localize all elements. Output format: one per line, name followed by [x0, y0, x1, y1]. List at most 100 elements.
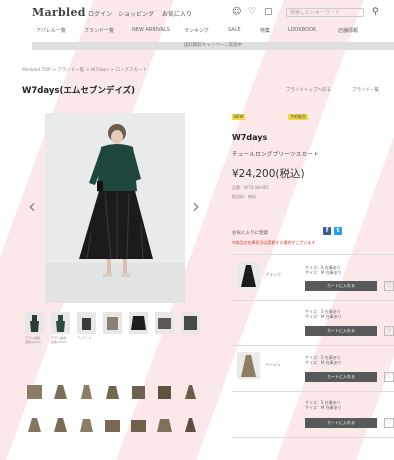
nav-item[interactable]: ランキング	[184, 27, 209, 34]
brand-list-link[interactable]: ブランド一覧	[352, 87, 379, 93]
swatch-figure	[54, 418, 67, 432]
thumbnail-figure	[107, 317, 118, 330]
promo-banner-text: 送料無料キャンペーン実施中	[183, 43, 243, 48]
nav-item[interactable]: 店舗情報	[338, 27, 358, 34]
swatch-figure	[81, 385, 92, 399]
thumbnail-figure	[82, 318, 91, 330]
nav-item[interactable]: 特集	[260, 27, 270, 34]
variant-stock: サイズ：S 在庫あり サイズ：M 在庫あり	[305, 309, 342, 319]
variant-figure	[241, 265, 256, 287]
facebook-share-button[interactable]: f	[323, 227, 331, 235]
global-nav: アパレル一覧 ブランド一覧 NEW ARRIVALS ランキング SALE 特集…	[32, 27, 394, 37]
swatch-figure	[131, 420, 146, 432]
header-link-login[interactable]: ログイン	[88, 9, 112, 18]
swatch-figure	[27, 385, 42, 399]
color-swatch[interactable]	[51, 383, 70, 401]
nav-item[interactable]: アパレル一覧	[36, 27, 66, 34]
swatch-figure	[106, 386, 119, 399]
thumbnail[interactable]	[103, 312, 122, 334]
thumbnail-caption: ディテール	[77, 336, 92, 340]
color-swatch[interactable]	[129, 383, 148, 401]
divider	[232, 300, 394, 301]
divider	[232, 345, 394, 346]
breadcrumb[interactable]: Marbled TOP > ブランド一覧 > W7days > ロングスカート	[22, 67, 147, 73]
color-swatch[interactable]	[155, 416, 174, 434]
divider	[232, 254, 394, 255]
header-link-favorites[interactable]: お気に入り	[162, 9, 192, 18]
swatch-figure	[80, 419, 93, 432]
color-swatch[interactable]	[25, 416, 44, 434]
cart-icon[interactable]: ▢	[264, 7, 273, 17]
swatch-figure	[132, 386, 145, 399]
variant-image[interactable]	[237, 262, 260, 289]
search-icon[interactable]: ⚲	[372, 7, 379, 17]
swatch-figure	[54, 385, 67, 399]
favorite-link[interactable]: お気に入りに登録	[232, 230, 268, 236]
color-swatch[interactable]	[181, 416, 200, 434]
variant-color-label: ベージュ	[265, 362, 281, 367]
thumbnail[interactable]	[25, 312, 44, 334]
shipping-info: 配送料：無料	[232, 194, 256, 199]
thumbnail-figure	[30, 315, 39, 332]
next-image-arrow[interactable]: ›	[192, 196, 200, 216]
site-logo[interactable]: Marbled	[32, 6, 86, 19]
heart-icon[interactable]: ♡	[248, 7, 256, 17]
color-swatch[interactable]	[103, 416, 122, 434]
divider	[232, 437, 394, 438]
thumbnail-figure	[56, 315, 65, 332]
thumbnail-figure	[158, 318, 171, 329]
swatch-figure	[157, 419, 172, 432]
add-favorite-icon[interactable]: ♡	[384, 326, 394, 336]
color-swatch[interactable]	[77, 416, 96, 434]
model-photo	[45, 113, 185, 303]
add-favorite-icon[interactable]: ♡	[384, 281, 394, 291]
color-swatch[interactable]	[181, 383, 200, 401]
thumbnail[interactable]	[181, 312, 200, 334]
divider	[232, 391, 394, 392]
add-favorite-icon[interactable]: ♡	[384, 418, 394, 428]
color-swatch[interactable]	[155, 383, 174, 401]
variant-stock: サイズ：S 在庫あり サイズ：M 在庫あり	[305, 400, 342, 410]
add-to-cart-button[interactable]: カートに入れる	[305, 326, 377, 336]
main-product-image[interactable]	[45, 113, 185, 303]
product-price: ¥24,200(税込)	[232, 168, 305, 180]
twitter-share-button[interactable]: t	[334, 227, 342, 235]
product-name: チュールロングプリーツスカート	[232, 152, 319, 158]
color-swatch[interactable]	[77, 383, 96, 401]
nav-item[interactable]: NEW ARRIVALS	[132, 27, 170, 33]
prev-image-arrow[interactable]: ‹	[28, 196, 36, 216]
add-favorite-icon[interactable]: ♡	[384, 372, 394, 382]
nav-item[interactable]: SALE	[228, 27, 241, 33]
color-swatch[interactable]	[129, 416, 148, 434]
swatch-figure	[105, 420, 120, 432]
product-code: 品番：W7D-SK-001	[232, 185, 269, 190]
swatch-figure	[185, 385, 196, 399]
thumbnail-figure	[131, 316, 146, 330]
product-brand[interactable]: W7days	[232, 133, 267, 142]
add-to-cart-button[interactable]: カートに入れる	[305, 372, 377, 382]
thumbnail[interactable]	[155, 312, 174, 334]
variant-image[interactable]	[237, 352, 260, 379]
nav-item[interactable]: ブランド一覧	[84, 27, 114, 34]
thumbnail[interactable]	[129, 312, 148, 334]
thumbnail[interactable]	[77, 312, 96, 334]
header-link-shopping[interactable]: ショッピング	[118, 9, 154, 18]
color-swatch[interactable]	[103, 383, 122, 401]
search-input[interactable]: 検索したいキーワード	[286, 8, 364, 17]
thumbnail-figure	[184, 316, 197, 330]
add-to-cart-button[interactable]: カートに入れる	[305, 418, 377, 428]
add-to-cart-button[interactable]: カートに入れる	[305, 281, 377, 291]
user-icon[interactable]: ☺	[232, 7, 241, 17]
thumbnail[interactable]	[51, 312, 70, 334]
nav-item[interactable]: LOOKBOOK	[288, 27, 316, 33]
thumbnail-caption: モデル着用 身長163cm	[51, 336, 68, 344]
variant-stock: サイズ：S 在庫あり サイズ：M 在庫あり	[305, 265, 342, 275]
swatch-figure	[158, 386, 171, 399]
color-swatch[interactable]	[51, 416, 70, 434]
variant-stock: サイズ：S 在庫あり サイズ：M 在庫あり	[305, 355, 342, 365]
new-badge: NEW	[232, 114, 246, 120]
color-swatch[interactable]	[25, 383, 44, 401]
brand-top-link[interactable]: ブランドトップへ戻る	[286, 87, 331, 93]
promo-banner[interactable]: 送料無料キャンペーン実施中	[32, 42, 394, 50]
page-title: W7days(エムセブンデイズ)	[22, 86, 135, 96]
